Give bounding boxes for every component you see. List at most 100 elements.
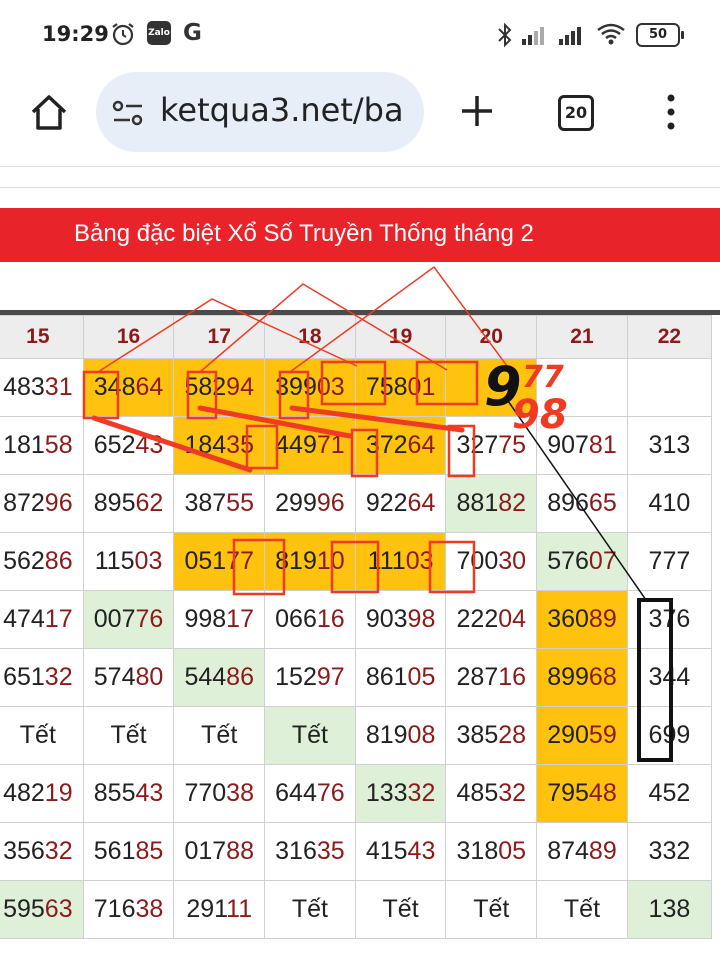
cell-last-two-digits: 11	[226, 895, 253, 923]
table-cell: 11503	[82, 532, 175, 591]
cell-prefix: Tết	[382, 895, 419, 923]
cell-last-two-digits: 77	[226, 547, 254, 575]
home-icon[interactable]	[28, 92, 70, 134]
table-cell: 75801	[354, 358, 447, 417]
table-cell: 34864	[82, 358, 175, 417]
table-cell: Tết	[173, 706, 266, 765]
cell-prefix: 483	[3, 373, 45, 401]
cell-prefix: 699	[648, 721, 691, 749]
cell-last-two-digits: 05	[498, 837, 527, 865]
cell-prefix: 184	[184, 431, 227, 459]
cell-last-two-digits: 05	[407, 663, 436, 691]
table-cell: 48331	[0, 358, 84, 417]
address-bar[interactable]: ketqua3.net/ba	[96, 72, 424, 152]
table-cell: 81910	[264, 532, 356, 591]
table-cell: Tết	[264, 880, 356, 939]
table-cell: 36089	[536, 590, 628, 649]
cell-prefix: 332	[648, 837, 691, 865]
cell-last-two-digits: 32	[498, 779, 527, 807]
cell-last-two-digits: 85	[135, 837, 164, 865]
cell-prefix: Tết	[473, 895, 510, 923]
table-cell: 48532	[445, 764, 538, 823]
cell-last-two-digits: 86	[44, 547, 73, 575]
table-cell: 39903	[264, 358, 356, 417]
table-cell: Tết	[0, 706, 84, 765]
table-cell: 89665	[536, 474, 628, 533]
more-menu-icon[interactable]	[658, 92, 684, 132]
cell-prefix: 316	[275, 837, 317, 865]
table-cell: 138	[626, 880, 713, 939]
table-row: 59563 71638 29111 Tết Tết Tết Tết 138	[0, 880, 713, 939]
table-cell: 05177	[173, 532, 266, 591]
cell-prefix: 318	[456, 837, 499, 865]
cell-last-two-digits: 58	[44, 431, 73, 459]
cell-prefix: 138	[648, 895, 691, 923]
cell-prefix: 291	[186, 895, 227, 923]
table-cell: 18435	[173, 416, 266, 475]
table-cell: 01788	[173, 822, 266, 881]
table-cell: 54486	[173, 648, 266, 707]
annotation-number: 98	[512, 392, 568, 438]
cell-prefix: 376	[648, 605, 691, 633]
cell-last-two-digits: 82	[498, 489, 527, 517]
cell-last-two-digits: 07	[588, 547, 617, 575]
cell-last-two-digits: 76	[135, 605, 164, 633]
column-header: 19	[354, 315, 447, 359]
cell-prefix: Tết	[563, 895, 601, 923]
cell-last-two-digits: 08	[407, 721, 436, 749]
table-cell: 47417	[0, 590, 84, 649]
cell-last-two-digits: 01	[407, 373, 436, 401]
cell-prefix: 874	[547, 837, 589, 865]
tab-switcher-button[interactable]: 20	[558, 95, 594, 131]
cell-prefix: 410	[648, 489, 691, 517]
cell-prefix: 327	[456, 431, 499, 459]
cell-prefix: 290	[547, 721, 589, 749]
column-header: 18	[264, 315, 356, 359]
table-cell: 28716	[445, 648, 538, 707]
cell-last-two-digits: 03	[316, 373, 345, 401]
status-time: 19:29	[42, 22, 109, 46]
table-cell: 376	[626, 590, 713, 649]
table-cell: 65132	[0, 648, 84, 707]
cell-last-two-digits: 63	[44, 895, 73, 923]
table-cell: 89968	[536, 648, 628, 707]
url-text[interactable]: ketqua3.net/ba	[160, 91, 404, 129]
cell-prefix: 051	[184, 547, 227, 575]
cell-prefix: 344	[648, 663, 691, 691]
table-cell: 64476	[264, 764, 356, 823]
table-cell: 87296	[0, 474, 84, 533]
cell-last-two-digits: 94	[226, 373, 254, 401]
cell-last-two-digits: 16	[498, 663, 527, 691]
table-cell: 59563	[0, 880, 84, 939]
cell-last-two-digits: 89	[588, 837, 617, 865]
cell-last-two-digits: 76	[316, 779, 345, 807]
table-cell: Tết	[354, 880, 447, 939]
cell-last-two-digits: 68	[588, 663, 617, 691]
cell-prefix: 299	[275, 489, 317, 517]
annotation-number: 77	[522, 360, 564, 395]
table-cell: 31805	[445, 822, 538, 881]
site-settings-icon[interactable]	[112, 100, 144, 126]
table-cell: 57607	[536, 532, 628, 591]
cell-prefix: 819	[275, 547, 317, 575]
column-header: 22	[626, 315, 713, 359]
cell-prefix: 387	[184, 489, 227, 517]
table-cell	[626, 358, 713, 417]
cell-prefix: 385	[456, 721, 499, 749]
table-header-row: 15 16 17 18 19 20 21 22	[0, 315, 713, 359]
table-cell: 699	[626, 706, 713, 765]
cell-last-two-digits: 89	[588, 605, 617, 633]
table-cell: 56286	[0, 532, 84, 591]
cell-prefix: Tết	[110, 721, 147, 749]
cell-last-two-digits: 43	[407, 837, 436, 865]
table-row: 87296 89562 38755 29996 92264 88182 89665 410	[0, 474, 713, 533]
cell-prefix: 485	[456, 779, 499, 807]
cell-prefix: Tết	[201, 721, 238, 749]
table-cell: 18158	[0, 416, 84, 475]
table-row: 65132 57480 54486 15297 86105 28716 89968 344	[0, 648, 713, 707]
cell-prefix: Tết	[19, 721, 56, 749]
cell-prefix: 449	[275, 431, 317, 459]
cell-prefix: 372	[365, 431, 408, 459]
cell-last-two-digits: 16	[316, 605, 345, 633]
new-tab-icon[interactable]	[458, 92, 496, 130]
